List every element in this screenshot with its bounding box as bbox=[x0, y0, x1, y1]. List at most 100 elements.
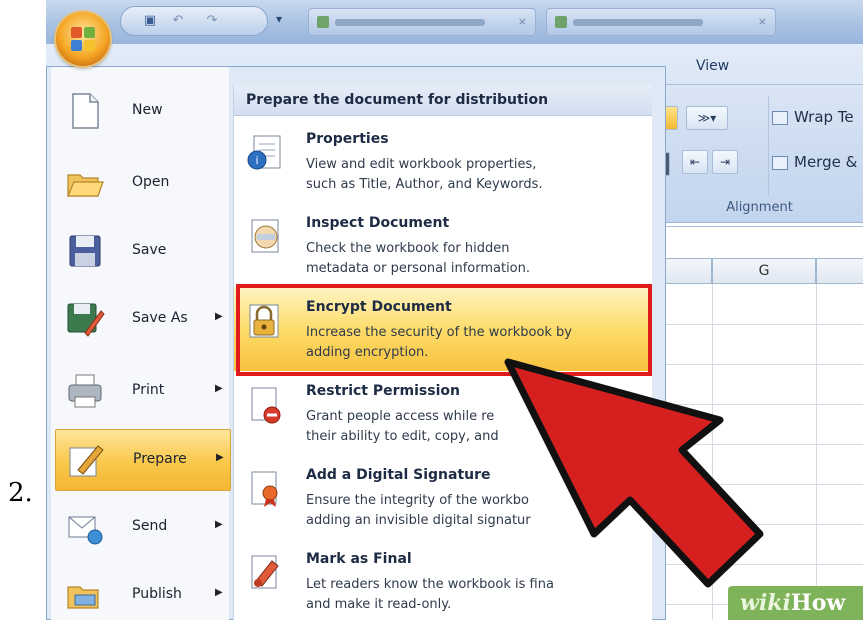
mark-final-icon bbox=[251, 555, 279, 589]
submenu-item-title: Add a Digital Signature bbox=[306, 467, 491, 483]
wrap-text-label[interactable]: Wrap Te bbox=[794, 108, 854, 126]
tab-title-blur bbox=[335, 19, 485, 26]
submenu-arrow-icon: ▶ bbox=[215, 519, 223, 530]
tab-divider bbox=[656, 84, 863, 85]
redo-icon[interactable]: ↷ bbox=[203, 12, 221, 30]
customize-toolbar-icon[interactable]: ▾ bbox=[276, 12, 282, 26]
printer-icon bbox=[68, 374, 102, 408]
menu-item-publish[interactable]: Publish ▶ bbox=[55, 565, 231, 620]
grid-line bbox=[656, 444, 863, 445]
step-number: 2. bbox=[8, 478, 33, 508]
menu-item-new[interactable]: New bbox=[55, 81, 231, 143]
tab-favicon-icon bbox=[555, 16, 567, 28]
menu-item-label: Send bbox=[132, 518, 168, 534]
grid-line bbox=[656, 324, 863, 325]
save-quick-icon[interactable]: ▣ bbox=[141, 12, 159, 30]
grid-line bbox=[656, 524, 863, 525]
description-line: Check the workbook for hidden bbox=[306, 241, 510, 256]
submenu-item-title: Properties bbox=[306, 131, 389, 147]
browser-tab-2[interactable]: × bbox=[546, 8, 776, 36]
column-header-h[interactable] bbox=[816, 258, 863, 284]
tab-view[interactable]: View bbox=[696, 58, 729, 74]
submenu-item-description: Let readers know the workbook is fina an… bbox=[306, 575, 636, 615]
menu-item-label: Save bbox=[132, 242, 167, 258]
title-bar: ▣ ↶ ↷ ▾ × × bbox=[46, 0, 863, 44]
decrease-indent-button[interactable]: ⇤ bbox=[682, 150, 708, 174]
description-line: Let readers know the workbook is fina bbox=[306, 577, 554, 592]
spreadsheet-grid[interactable]: G bbox=[656, 258, 863, 620]
submenu-item-restrict-permission[interactable]: Restrict Permission Grant people access … bbox=[234, 371, 652, 455]
prepare-pencil-icon bbox=[69, 445, 104, 477]
office-button[interactable] bbox=[56, 12, 110, 66]
tab-favicon-icon bbox=[317, 16, 329, 28]
formula-bar[interactable] bbox=[656, 226, 863, 255]
submenu-item-title: Restrict Permission bbox=[306, 383, 460, 399]
orientation-button[interactable]: ≫▾ bbox=[686, 106, 728, 130]
description-line: Ensure the integrity of the workbo bbox=[306, 493, 529, 508]
highlight-rectangle bbox=[236, 284, 652, 376]
grid-line bbox=[816, 284, 817, 620]
publish-folder-icon bbox=[67, 586, 99, 609]
group-separator bbox=[768, 96, 769, 196]
restrict-permission-icon bbox=[251, 387, 281, 424]
watermark-suffix: How bbox=[790, 590, 846, 616]
tab-title-blur bbox=[573, 19, 703, 26]
merge-label[interactable]: Merge & bbox=[794, 153, 857, 171]
menu-item-prepare[interactable]: Prepare ▶ bbox=[55, 429, 231, 491]
submenu-item-digital-signature[interactable]: Add a Digital Signature Ensure the integ… bbox=[234, 455, 652, 539]
save-as-icon bbox=[67, 303, 105, 337]
submenu-item-description: Grant people access while re their abili… bbox=[306, 407, 636, 447]
menu-item-label: Prepare bbox=[133, 451, 187, 467]
menu-item-save-as[interactable]: Save As ▶ bbox=[55, 289, 231, 351]
menu-item-open[interactable]: Open bbox=[55, 153, 231, 215]
submenu-item-description: Ensure the integrity of the workbo addin… bbox=[306, 491, 636, 531]
menu-item-send[interactable]: Send ▶ bbox=[55, 497, 231, 559]
description-line: and make it read-only. bbox=[306, 597, 452, 612]
submenu-arrow-icon: ▶ bbox=[215, 383, 223, 394]
description-line: View and edit workbook properties, bbox=[306, 157, 537, 172]
submenu-arrow-icon: ▶ bbox=[215, 311, 223, 322]
undo-icon[interactable]: ↶ bbox=[169, 12, 187, 30]
excel-screenshot: ▣ ↶ ↷ ▾ × × View ≫▾ Wrap Te ⇤ ⇥ Merge & … bbox=[46, 0, 863, 620]
submenu-heading: Prepare the document for distribution bbox=[234, 85, 652, 116]
grid-line bbox=[656, 364, 863, 365]
wrap-text-icon bbox=[772, 111, 788, 125]
grid-line bbox=[656, 404, 863, 405]
grid-line bbox=[656, 564, 863, 565]
submenu-item-mark-as-final[interactable]: Mark as Final Let readers know the workb… bbox=[234, 539, 652, 620]
new-document-icon bbox=[72, 93, 99, 129]
description-line: metadata or personal information. bbox=[306, 261, 531, 276]
wikihow-watermark: wikiHow bbox=[728, 586, 863, 620]
menu-item-label: Publish bbox=[132, 586, 182, 602]
open-folder-icon bbox=[67, 174, 104, 197]
office-menu-commands: New Open Save Save As ▶ Print ▶ Prepare … bbox=[51, 67, 231, 620]
grid-line bbox=[712, 284, 713, 620]
properties-icon: i bbox=[247, 135, 281, 170]
close-tab-icon[interactable]: × bbox=[758, 15, 767, 28]
increase-indent-button[interactable]: ⇥ bbox=[712, 150, 738, 174]
quick-access-toolbar: ▣ ↶ ↷ bbox=[120, 6, 268, 36]
grid-line bbox=[656, 484, 863, 485]
browser-tab-1[interactable]: × bbox=[308, 8, 536, 36]
close-tab-icon[interactable]: × bbox=[518, 15, 527, 28]
submenu-item-description: Check the workbook for hidden metadata o… bbox=[306, 239, 636, 279]
menu-item-save[interactable]: Save bbox=[55, 221, 231, 283]
save-disk-icon bbox=[69, 235, 101, 267]
alignment-group-label: Alignment bbox=[726, 200, 793, 215]
menu-item-print[interactable]: Print ▶ bbox=[55, 361, 231, 423]
digital-signature-icon bbox=[251, 471, 278, 507]
office-logo-icon bbox=[71, 27, 95, 51]
send-icon bbox=[68, 516, 103, 545]
submenu-item-description: View and edit workbook properties, such … bbox=[306, 155, 636, 195]
column-header-g[interactable]: G bbox=[712, 258, 816, 284]
submenu-item-properties[interactable]: i Properties View and edit workbook prop… bbox=[234, 119, 652, 203]
submenu-item-inspect-document[interactable]: Inspect Document Check the workbook for … bbox=[234, 203, 652, 287]
description-line: their ability to edit, copy, and bbox=[306, 429, 499, 444]
submenu-item-title: Mark as Final bbox=[306, 551, 412, 567]
submenu-item-title: Inspect Document bbox=[306, 215, 450, 231]
menu-item-label: Print bbox=[132, 382, 165, 398]
merge-icon bbox=[772, 156, 788, 170]
svg-text:i: i bbox=[255, 154, 258, 167]
menu-item-label: Open bbox=[132, 174, 170, 190]
submenu-arrow-icon: ▶ bbox=[215, 587, 223, 598]
